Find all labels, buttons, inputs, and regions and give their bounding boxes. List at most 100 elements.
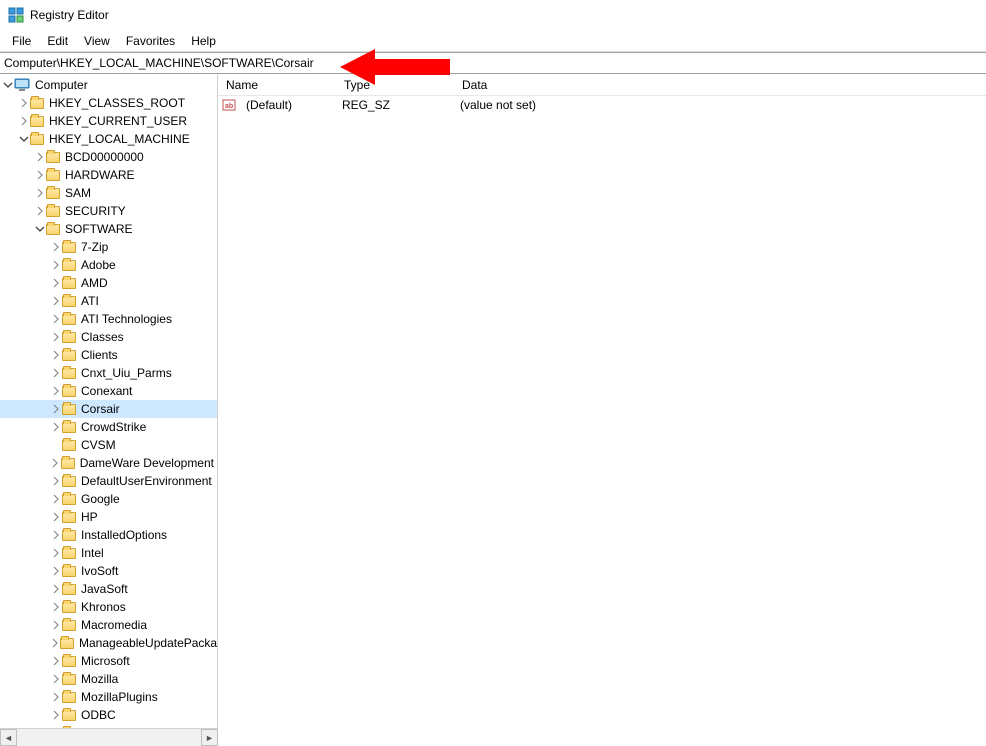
tree-node-software-child[interactable]: Khronos bbox=[0, 598, 217, 616]
registry-tree[interactable]: Computer HKEY_CLASSES_ROOT HKEY_CURRENT_… bbox=[0, 74, 217, 728]
expander-icon[interactable] bbox=[50, 241, 62, 253]
tree-node-software-child[interactable]: Macromedia bbox=[0, 616, 217, 634]
scroll-right-button[interactable]: ► bbox=[201, 729, 218, 746]
expander-icon[interactable] bbox=[50, 475, 62, 487]
tree-node-software-child[interactable]: IvoSoft bbox=[0, 562, 217, 580]
scroll-track[interactable] bbox=[17, 729, 201, 746]
tree-node-security[interactable]: SECURITY bbox=[0, 202, 217, 220]
expander-icon[interactable] bbox=[18, 115, 30, 127]
expander-icon[interactable] bbox=[50, 457, 61, 469]
tree-node-software[interactable]: SOFTWARE bbox=[0, 220, 217, 238]
expander-icon[interactable] bbox=[34, 223, 46, 235]
expander-icon[interactable] bbox=[50, 727, 62, 728]
tree-node-bcd[interactable]: BCD00000000 bbox=[0, 148, 217, 166]
expander-icon[interactable] bbox=[50, 385, 62, 397]
tree-node-software-child[interactable]: Microsoft bbox=[0, 652, 217, 670]
folder-icon bbox=[62, 350, 76, 361]
tree-node-software-child[interactable]: DameWare Development bbox=[0, 454, 217, 472]
col-type[interactable]: Type bbox=[336, 78, 454, 92]
tree-node-software-child[interactable]: Google bbox=[0, 490, 217, 508]
tree-horizontal-scrollbar[interactable]: ◄ ► bbox=[0, 728, 218, 746]
expander-icon[interactable] bbox=[50, 403, 62, 415]
tree-node-software-child[interactable]: Cnxt_Uiu_Parms bbox=[0, 364, 217, 382]
expander-icon[interactable] bbox=[50, 277, 62, 289]
expander-icon[interactable] bbox=[50, 313, 62, 325]
expander-icon[interactable] bbox=[50, 673, 62, 685]
title-bar: Registry Editor bbox=[0, 0, 986, 30]
tree-node-software-child[interactable]: AMD bbox=[0, 274, 217, 292]
expander-icon[interactable] bbox=[50, 619, 62, 631]
menu-view[interactable]: View bbox=[76, 32, 118, 50]
tree-node-software-child[interactable]: Adobe bbox=[0, 256, 217, 274]
window-title: Registry Editor bbox=[30, 8, 109, 22]
address-bar[interactable] bbox=[0, 52, 986, 74]
tree-node-software-child[interactable]: Intel bbox=[0, 544, 217, 562]
tree-node-software-child[interactable]: MozillaPlugins bbox=[0, 688, 217, 706]
tree-node-hkcr[interactable]: HKEY_CLASSES_ROOT bbox=[0, 94, 217, 112]
menu-help[interactable]: Help bbox=[183, 32, 224, 50]
menu-favorites[interactable]: Favorites bbox=[118, 32, 183, 50]
expander-icon[interactable] bbox=[50, 529, 62, 541]
address-input[interactable] bbox=[4, 56, 982, 70]
tree-node-hardware[interactable]: HARDWARE bbox=[0, 166, 217, 184]
expander-icon[interactable] bbox=[50, 655, 62, 667]
expander-icon[interactable] bbox=[18, 133, 30, 145]
tree-node-software-child[interactable]: InstalledOptions bbox=[0, 526, 217, 544]
tree-node-sam[interactable]: SAM bbox=[0, 184, 217, 202]
expander-icon[interactable] bbox=[2, 79, 14, 91]
tree-node-software-child[interactable]: ManageableUpdatePackages bbox=[0, 634, 217, 652]
expander-icon[interactable] bbox=[50, 637, 60, 649]
expander-icon[interactable] bbox=[50, 691, 62, 703]
expander-icon[interactable] bbox=[50, 421, 62, 433]
tree-label: OEM bbox=[78, 725, 111, 728]
tree-node-software-child[interactable]: 7-Zip bbox=[0, 238, 217, 256]
expander-icon[interactable] bbox=[34, 169, 46, 181]
expander-icon[interactable] bbox=[34, 205, 46, 217]
tree-node-software-child[interactable]: Clients bbox=[0, 346, 217, 364]
tree-node-hklm[interactable]: HKEY_LOCAL_MACHINE bbox=[0, 130, 217, 148]
tree-node-software-child[interactable]: Corsair bbox=[0, 400, 217, 418]
expander-icon[interactable] bbox=[50, 601, 62, 613]
tree-node-software-child[interactable]: Conexant bbox=[0, 382, 217, 400]
tree-node-software-child[interactable]: Classes bbox=[0, 328, 217, 346]
col-data[interactable]: Data bbox=[454, 78, 986, 92]
expander-icon[interactable] bbox=[34, 187, 46, 199]
expander-icon[interactable] bbox=[50, 331, 62, 343]
expander-icon[interactable] bbox=[50, 493, 62, 505]
expander-icon[interactable] bbox=[50, 511, 62, 523]
tree-node-hkcu[interactable]: HKEY_CURRENT_USER bbox=[0, 112, 217, 130]
tree-label: HARDWARE bbox=[62, 167, 138, 183]
folder-icon bbox=[60, 638, 74, 649]
tree-node-software-child[interactable]: JavaSoft bbox=[0, 580, 217, 598]
expander-icon[interactable] bbox=[50, 565, 62, 577]
tree-node-software-child[interactable]: HP bbox=[0, 508, 217, 526]
expander-icon[interactable] bbox=[50, 709, 62, 721]
expander-icon[interactable] bbox=[50, 349, 62, 361]
menu-file[interactable]: File bbox=[4, 32, 39, 50]
tree-node-software-child[interactable]: ATI bbox=[0, 292, 217, 310]
expander-icon[interactable] bbox=[50, 259, 62, 271]
tree-node-software-child[interactable]: CrowdStrike bbox=[0, 418, 217, 436]
scroll-left-button[interactable]: ◄ bbox=[0, 729, 17, 746]
tree-node-software-child[interactable]: DefaultUserEnvironment bbox=[0, 472, 217, 490]
tree-node-software-child[interactable]: ODBC bbox=[0, 706, 217, 724]
tree-label: MozillaPlugins bbox=[78, 689, 161, 705]
tree-node-software-child[interactable]: Mozilla bbox=[0, 670, 217, 688]
folder-icon bbox=[62, 422, 76, 433]
tree-label: JavaSoft bbox=[78, 581, 131, 597]
svg-text:ab: ab bbox=[225, 103, 233, 110]
col-name[interactable]: Name bbox=[218, 78, 336, 92]
expander-icon[interactable] bbox=[50, 295, 62, 307]
tree-node-software-child[interactable]: OEM bbox=[0, 724, 217, 728]
folder-icon bbox=[62, 476, 76, 487]
expander-icon[interactable] bbox=[50, 583, 62, 595]
list-row[interactable]: ab (Default) REG_SZ (value not set) bbox=[218, 96, 986, 114]
menu-edit[interactable]: Edit bbox=[39, 32, 76, 50]
expander-icon[interactable] bbox=[50, 367, 62, 379]
tree-node-computer[interactable]: Computer bbox=[0, 76, 217, 94]
expander-icon[interactable] bbox=[50, 547, 62, 559]
tree-node-software-child[interactable]: CVSM bbox=[0, 436, 217, 454]
expander-icon[interactable] bbox=[18, 97, 30, 109]
expander-icon[interactable] bbox=[34, 151, 46, 163]
tree-node-software-child[interactable]: ATI Technologies bbox=[0, 310, 217, 328]
